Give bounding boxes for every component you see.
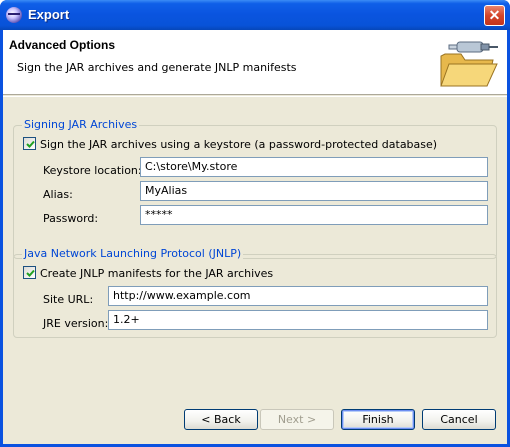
dialog-client-area: Advanced Options Sign the JAR archives a…: [3, 30, 507, 444]
sign-checkbox[interactable]: [23, 137, 36, 150]
jre-version-field[interactable]: 1.2+: [108, 310, 488, 330]
finish-button[interactable]: Finish: [341, 409, 415, 430]
page-description: Sign the JAR archives and generate JNLP …: [17, 61, 297, 74]
password-field[interactable]: *****: [140, 205, 488, 225]
cancel-button[interactable]: Cancel: [422, 409, 496, 430]
jnlp-checkbox-label[interactable]: Create JNLP manifests for the JAR archiv…: [40, 267, 273, 280]
alias-label: Alias:: [43, 188, 73, 201]
keystore-location-field[interactable]: C:\store\My.store: [140, 157, 488, 177]
close-button[interactable]: ✕: [484, 5, 505, 26]
signing-group-title: Signing JAR Archives: [22, 118, 140, 131]
sign-checkbox-label[interactable]: Sign the JAR archives using a keystore (…: [40, 138, 437, 151]
export-window: Export ✕ Advanced Options Sign the JAR a…: [0, 0, 510, 447]
page-title: Advanced Options: [9, 38, 116, 52]
checkmark-icon: [26, 269, 35, 277]
back-button[interactable]: < Back: [184, 409, 258, 430]
keystore-label: Keystore location:: [43, 164, 142, 177]
password-label: Password:: [43, 212, 99, 225]
eclipse-icon: [6, 7, 22, 23]
site-url-field[interactable]: http://www.example.com: [108, 286, 488, 306]
title-bar[interactable]: Export ✕: [0, 0, 510, 30]
alias-field[interactable]: MyAlias: [140, 181, 488, 201]
jnlp-group-title: Java Network Launching Protocol (JNLP): [22, 247, 244, 260]
header-separator: [3, 96, 507, 97]
signing-group: Signing JAR Archives Sign the JAR archiv…: [13, 118, 497, 259]
site-url-label: Site URL:: [43, 293, 94, 306]
next-button[interactable]: Next >: [260, 409, 334, 430]
jnlp-group: Java Network Launching Protocol (JNLP) C…: [13, 247, 497, 338]
window-title: Export: [28, 7, 70, 22]
wizard-header: Advanced Options Sign the JAR archives a…: [3, 30, 507, 95]
jre-version-label: JRE version:: [43, 317, 109, 330]
checkmark-icon: [26, 140, 35, 148]
jnlp-checkbox[interactable]: [23, 266, 36, 279]
folder-plug-icon: [440, 41, 498, 87]
